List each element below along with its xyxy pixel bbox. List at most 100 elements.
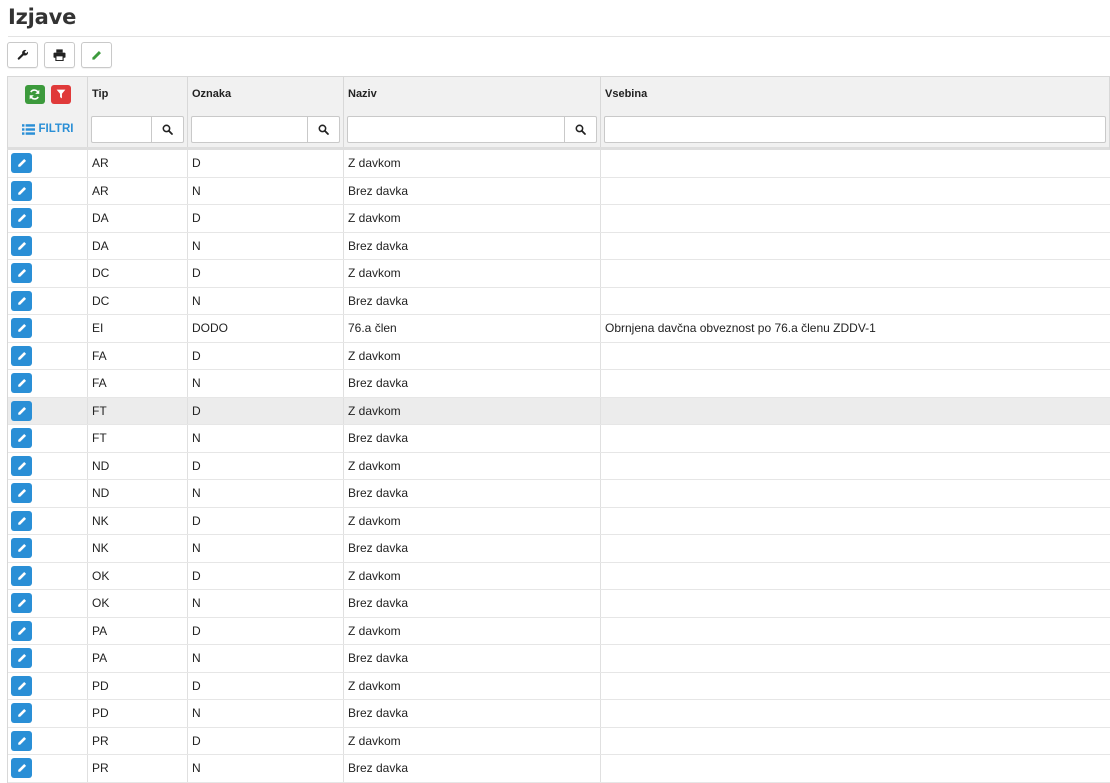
list-icon [21, 123, 35, 135]
cell-vsebina [601, 205, 1110, 232]
row-actions [8, 370, 88, 397]
column-header-oznaka[interactable]: Oznaka [188, 77, 344, 111]
pencil-icon [92, 50, 101, 60]
cell-naziv: Brez davka [344, 645, 601, 672]
row-edit-button[interactable] [11, 263, 32, 284]
pencil-icon [17, 764, 26, 772]
row-edit-button[interactable] [11, 455, 32, 476]
row-edit-button[interactable] [11, 483, 32, 504]
table-row: PD D Z davkom [8, 672, 1110, 700]
filter-cell-naziv [344, 111, 601, 147]
cell-vsebina [601, 755, 1110, 782]
row-edit-button[interactable] [11, 235, 32, 256]
row-actions [8, 507, 88, 534]
cell-naziv: Brez davka [344, 590, 601, 617]
cell-oznaka: D [188, 342, 344, 369]
row-edit-button[interactable] [11, 758, 32, 779]
table-row: FT N Brez davka [8, 425, 1110, 453]
print-icon [53, 49, 66, 61]
row-edit-button[interactable] [11, 730, 32, 751]
row-edit-button[interactable] [11, 400, 32, 421]
row-edit-button[interactable] [11, 345, 32, 366]
cell-vsebina [601, 700, 1110, 727]
grid-body: AR D Z davkom AR N Brez davka DA D Z dav… [7, 150, 1110, 783]
filter-input-oznaka[interactable] [191, 115, 308, 143]
clear-filter-button[interactable] [50, 84, 71, 104]
row-edit-button[interactable] [11, 428, 32, 449]
row-edit-button[interactable] [11, 538, 32, 559]
edit-button[interactable] [81, 42, 112, 68]
pencil-icon [17, 406, 26, 415]
pencil-icon [17, 351, 26, 360]
cell-oznaka: N [188, 645, 344, 672]
filter-search-button-tip[interactable] [152, 115, 184, 143]
row-edit-button[interactable] [11, 318, 32, 339]
row-edit-button[interactable] [11, 648, 32, 669]
cell-naziv: Brez davka [344, 232, 601, 259]
row-edit-button[interactable] [11, 180, 32, 201]
cell-naziv: Z davkom [344, 562, 601, 589]
row-actions [8, 452, 88, 479]
cell-tip: FA [88, 342, 188, 369]
table-row: PA D Z davkom [8, 617, 1110, 645]
cell-vsebina [601, 563, 1110, 590]
cell-oznaka: D [188, 150, 344, 177]
row-edit-button[interactable] [11, 153, 32, 174]
cell-naziv: Z davkom [344, 260, 601, 287]
cell-naziv: Z davkom [344, 507, 601, 534]
header-actions [8, 77, 88, 111]
pencil-icon [17, 681, 26, 690]
cell-oznaka: D [188, 205, 344, 232]
row-actions [8, 232, 88, 259]
filter-input-tip[interactable] [91, 115, 152, 143]
cell-tip: AR [88, 150, 188, 177]
cell-naziv: Brez davka [344, 480, 601, 507]
cell-naziv: Brez davka [344, 425, 601, 452]
cell-tip: NK [88, 535, 188, 562]
row-edit-button[interactable] [11, 565, 32, 586]
cell-vsebina [601, 645, 1110, 672]
cell-naziv: Z davkom [344, 342, 601, 369]
row-actions [8, 287, 88, 314]
filter-search-button-naziv[interactable] [565, 115, 597, 143]
grid-header: Tip Oznaka Naziv Vsebina [7, 76, 1110, 111]
row-edit-button[interactable] [11, 675, 32, 696]
cell-tip: PD [88, 700, 188, 727]
refresh-icon [29, 88, 40, 100]
cell-oznaka: N [188, 700, 344, 727]
cell-vsebina [601, 728, 1110, 755]
row-edit-button[interactable] [11, 208, 32, 229]
column-header-tip[interactable]: Tip [88, 77, 188, 111]
cell-oznaka: D [188, 452, 344, 479]
cell-vsebina [601, 398, 1110, 425]
cell-tip: PA [88, 645, 188, 672]
settings-button[interactable] [7, 42, 38, 68]
row-edit-button[interactable] [11, 510, 32, 531]
row-edit-button[interactable] [11, 620, 32, 641]
refresh-button[interactable] [24, 84, 45, 104]
column-header-vsebina[interactable]: Vsebina [601, 77, 1109, 111]
filter-input-vsebina[interactable] [604, 115, 1106, 143]
cell-tip: FA [88, 370, 188, 397]
row-edit-button[interactable] [11, 703, 32, 724]
search-icon [162, 124, 173, 135]
cell-tip: OK [88, 590, 188, 617]
pencil-icon [17, 296, 26, 305]
cell-vsebina [601, 343, 1110, 370]
pencil-icon [17, 599, 26, 607]
pencil-icon [17, 159, 26, 167]
filter-cell-tip [88, 111, 188, 147]
cell-naziv: Brez davka [344, 370, 601, 397]
row-edit-button[interactable] [11, 290, 32, 311]
print-button[interactable] [44, 42, 75, 68]
row-actions [8, 177, 88, 204]
row-edit-button[interactable] [11, 373, 32, 394]
column-header-naziv[interactable]: Naziv [344, 77, 601, 111]
filter-input-naziv[interactable] [347, 115, 565, 143]
filtri-label: FILTRI [38, 123, 74, 135]
row-edit-button[interactable] [11, 593, 32, 614]
table-row: OK N Brez davka [8, 590, 1110, 618]
cell-naziv: Brez davka [344, 535, 601, 562]
filtri-button[interactable]: FILTRI [11, 123, 84, 135]
filter-search-button-oznaka[interactable] [308, 115, 340, 143]
